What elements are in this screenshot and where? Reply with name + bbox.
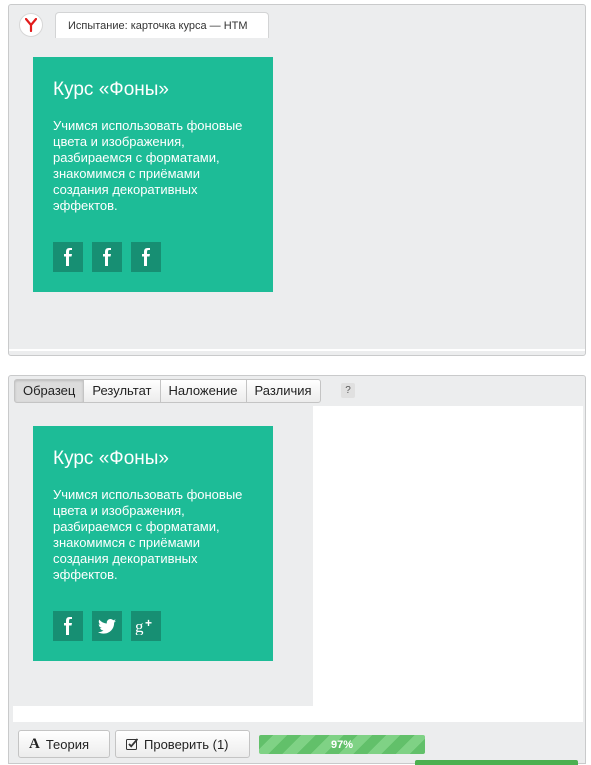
tab-result[interactable]: Результат bbox=[83, 379, 161, 403]
twitter-icon[interactable] bbox=[92, 611, 122, 641]
comparison-panel: Образец Результат Наложение Различия ? К… bbox=[8, 375, 586, 765]
theory-icon: A bbox=[29, 735, 40, 752]
help-button[interactable]: ? bbox=[341, 383, 355, 398]
browser-tab[interactable]: Испытание: карточка курса — HTM bbox=[55, 12, 269, 38]
check-label: Проверить (1) bbox=[144, 736, 229, 752]
sample-preview: Курс «Фоны» Учимся использовать фоновые … bbox=[13, 406, 583, 722]
social-links bbox=[53, 242, 161, 272]
svg-text:g: g bbox=[135, 617, 144, 635]
progress-bar: 97% bbox=[259, 735, 425, 754]
facebook-icon[interactable] bbox=[53, 242, 83, 272]
theory-label: Теория bbox=[45, 736, 90, 752]
view-tabs: Образец Результат Наложение Различия bbox=[14, 379, 321, 403]
course-card: Курс «Фоны» Учимся использовать фоновые … bbox=[33, 57, 273, 292]
next-button-edge[interactable] bbox=[415, 760, 578, 765]
tab-sample[interactable]: Образец bbox=[14, 379, 85, 403]
sample-course-card: Курс «Фоны» Учимся использовать фоновые … bbox=[33, 426, 273, 661]
facebook-icon[interactable] bbox=[92, 242, 122, 272]
result-browser-window: Испытание: карточка курса — HTM Курс «Фо… bbox=[8, 4, 586, 356]
tab-overlay[interactable]: Наложение bbox=[159, 379, 247, 403]
social-links: g + bbox=[53, 611, 161, 641]
svg-text:+: + bbox=[145, 617, 152, 630]
facebook-icon[interactable] bbox=[131, 242, 161, 272]
google-plus-icon[interactable]: g + bbox=[131, 611, 161, 641]
tab-differences[interactable]: Различия bbox=[245, 379, 321, 403]
card-title: Курс «Фоны» bbox=[53, 79, 169, 100]
panel-divider bbox=[9, 349, 585, 351]
card-description: Учимся использовать фоновые цвета и изоб… bbox=[53, 118, 243, 213]
progress-label: 97% bbox=[330, 738, 354, 751]
checkbox-check-icon bbox=[126, 738, 138, 750]
card-title: Курс «Фоны» bbox=[53, 448, 169, 469]
facebook-icon[interactable] bbox=[53, 611, 83, 641]
card-description: Учимся использовать фоновые цвета и изоб… bbox=[53, 487, 243, 582]
check-button[interactable]: Проверить (1) bbox=[115, 730, 250, 758]
theory-button[interactable]: A Теория bbox=[18, 730, 110, 758]
yandex-browser-icon bbox=[19, 13, 43, 37]
